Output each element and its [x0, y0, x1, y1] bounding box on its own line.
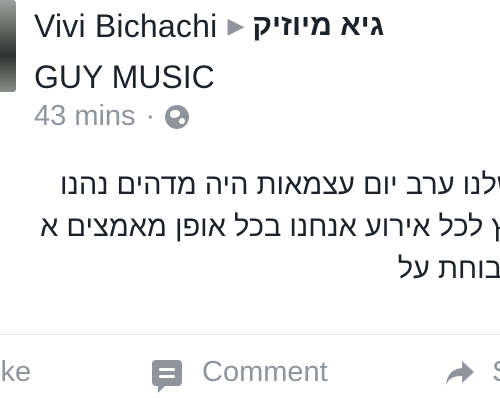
like-label: ike	[0, 356, 32, 388]
post-line-2: ץ לכל אירוע אנחנו בכל אופן מאמצים א	[40, 211, 500, 243]
post-line-3: בוחת על	[397, 253, 500, 285]
triangle-right-icon: ▶	[227, 13, 245, 38]
post-header: Vivi Bichachi ▶ גיא מיוזיק GUY MUSIC	[34, 4, 500, 98]
comment-label: Comment	[202, 356, 328, 388]
timestamp[interactable]: 43 mins	[34, 100, 136, 133]
divider	[0, 334, 500, 335]
post-line-1: שלנו ערב יום עצמאות היה מדהים נהנו	[60, 169, 500, 201]
post-meta: 43 mins ·	[34, 100, 190, 133]
author-name[interactable]: Vivi Bichachi	[34, 8, 217, 45]
like-button[interactable]: ike	[0, 356, 31, 389]
post-text: שלנו ערב יום עצמאות היה מדהים נהנו ץ לכל…	[0, 164, 500, 290]
share-icon	[446, 360, 474, 385]
post-header-line: Vivi Bichachi ▶ גיא מיוזיק	[34, 4, 500, 48]
avatar[interactable]	[0, 0, 16, 92]
comment-icon	[152, 359, 182, 393]
share-button[interactable]: S	[444, 356, 500, 389]
page-name[interactable]: גיא מיוזיק	[252, 9, 384, 43]
meta-separator: ·	[145, 100, 156, 132]
share-label: S	[492, 356, 500, 389]
globe-icon	[165, 104, 190, 129]
page-name-en[interactable]: GUY MUSIC	[34, 56, 500, 98]
comment-button[interactable]: Comment	[152, 356, 328, 393]
action-bar: ike Comment S	[0, 356, 500, 400]
